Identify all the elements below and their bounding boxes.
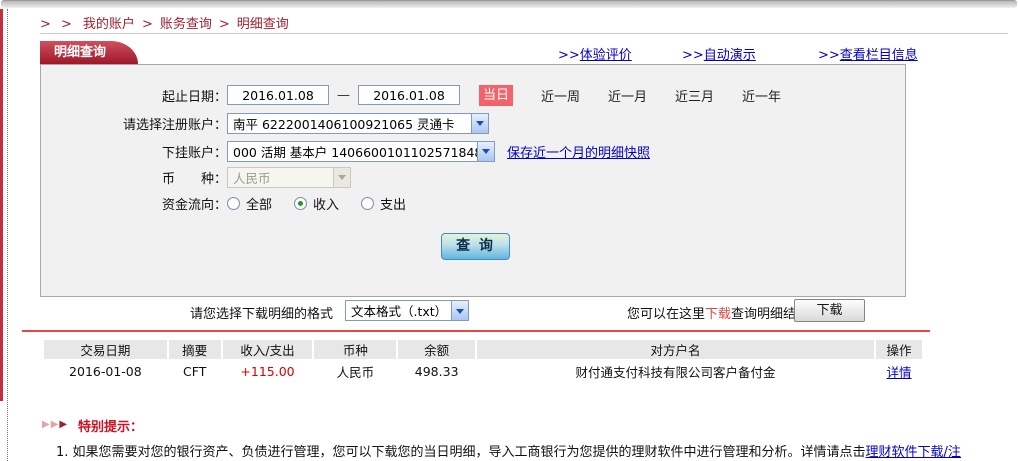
- date-from-input[interactable]: [227, 85, 329, 105]
- download-hint-highlight: 下载: [705, 307, 731, 322]
- download-format-select-wrap: 文本格式（.txt）: [345, 300, 469, 321]
- arrow-light-icon: ▶▶: [42, 419, 59, 430]
- download-format-label: 请您选择下载明细的格式: [190, 303, 333, 322]
- header-action: 操作: [876, 340, 922, 359]
- link-auto-demo[interactable]: >>自动演示: [682, 44, 756, 63]
- radio-icon[interactable]: [294, 197, 307, 210]
- breadcrumb-item-account-query[interactable]: 账务查询: [160, 17, 212, 32]
- link-prefix: >>: [682, 48, 704, 63]
- date-dash: —: [337, 88, 350, 103]
- tab-title: 明细查询: [54, 45, 106, 60]
- download-hint-prefix: 您可以在这里: [627, 307, 705, 322]
- special-note-title: 特别提示：: [78, 416, 143, 435]
- download-format-value: 文本格式（.txt）: [346, 301, 451, 320]
- breadcrumb: > > 我的账户 > 账务查询 > 明细查询: [40, 13, 289, 32]
- detail-link[interactable]: 详情: [887, 365, 912, 380]
- link-experience-rating-text[interactable]: 体验评价: [580, 48, 632, 63]
- header-currency: 币种: [314, 340, 396, 359]
- registered-account-row: 请选择注册账户： 南平 6222001406100921065 灵通卡: [41, 111, 905, 135]
- header-summary: 摘要: [169, 340, 221, 359]
- registered-account-select[interactable]: 南平 6222001406100921065 灵通卡: [227, 113, 489, 134]
- chevron-down-icon[interactable]: [451, 301, 468, 320]
- note-arrows-icon: ▶▶▶: [42, 419, 68, 430]
- result-table: 交易日期 摘要 收入/支出 币种 余额 对方户名 操作 2016-01-08 C…: [42, 339, 924, 384]
- flow-option-label: 全部: [246, 194, 272, 213]
- flow-direction-row: 资金流向： 全部 收入 支出: [41, 191, 905, 215]
- link-prefix: >>: [558, 48, 580, 63]
- currency-select: 人民币: [227, 167, 351, 188]
- cell-counterparty: 财付通支付科技有限公司客户备付金: [477, 360, 874, 383]
- breadcrumb-item-my-account[interactable]: 我的账户: [83, 17, 135, 32]
- date-to-input[interactable]: [358, 85, 460, 105]
- cell-trade-date: 2016-01-08: [44, 360, 167, 383]
- download-format-select[interactable]: 文本格式（.txt）: [345, 300, 469, 321]
- sub-account-value: 000 活期 基本户 1406600101102571848: [228, 142, 477, 161]
- header-trade-date: 交易日期: [44, 340, 167, 359]
- date-range-label: 起止日期：: [41, 86, 227, 105]
- link-column-info[interactable]: >>查看栏目信息: [818, 44, 918, 63]
- result-table-wrap: 交易日期 摘要 收入/支出 币种 余额 对方户名 操作 2016-01-08 C…: [42, 339, 924, 384]
- quick-range-year[interactable]: 近一年: [742, 86, 781, 105]
- arrow-dark-icon: ▶: [59, 419, 68, 430]
- flow-radio-0[interactable]: 全部: [227, 194, 272, 213]
- download-button[interactable]: 下载: [794, 299, 865, 322]
- table-row: 2016-01-08 CFT +115.00 人民币 498.33 财付通支付科…: [44, 360, 922, 383]
- finance-software-download-link[interactable]: 理财软件下载/注: [866, 445, 961, 460]
- currency-label: 币 种：: [41, 168, 227, 187]
- chevron-down-icon: [333, 168, 350, 187]
- chevron-down-icon[interactable]: [471, 114, 488, 133]
- breadcrumb-separator: >: [142, 17, 153, 32]
- link-column-info-text[interactable]: 查看栏目信息: [840, 48, 918, 63]
- flow-radio-1[interactable]: 收入: [294, 194, 339, 213]
- currency-row: 币 种： 人民币: [41, 165, 905, 189]
- cell-balance: 498.33: [398, 360, 475, 383]
- currency-value: 人民币: [228, 168, 333, 187]
- quick-range-week[interactable]: 近一周: [541, 86, 580, 105]
- sub-account-row: 下挂账户： 000 活期 基本户 1406600101102571848 保存近…: [41, 139, 905, 163]
- cell-summary: CFT: [169, 360, 221, 383]
- flow-option-label: 支出: [380, 194, 406, 213]
- header-income-expense: 收入/支出: [223, 340, 313, 359]
- left-red-bar: [0, 9, 3, 401]
- flow-option-label: 收入: [313, 194, 339, 213]
- link-experience-rating[interactable]: >>体验评价: [558, 44, 632, 63]
- radio-icon[interactable]: [361, 197, 374, 210]
- flow-radio-2[interactable]: 支出: [361, 194, 406, 213]
- table-header-row: 交易日期 摘要 收入/支出 币种 余额 对方户名 操作: [44, 340, 922, 359]
- query-form-panel: 起止日期： — 当日 近一周 近一月 近三月 近一年 请选择注册账户： 南平 6…: [40, 64, 906, 297]
- download-hint: 您可以在这里下载查询明细结果: [627, 303, 809, 322]
- chevron-down-icon[interactable]: [477, 142, 494, 161]
- breadcrumb-item-detail-query[interactable]: 明细查询: [237, 17, 289, 32]
- quick-range-month[interactable]: 近一月: [608, 86, 647, 105]
- left-dotted-border: [7, 9, 8, 461]
- radio-icon[interactable]: [227, 197, 240, 210]
- breadcrumb-lead: > >: [40, 17, 75, 32]
- save-snapshot-link[interactable]: 保存近一个月的明细快照: [507, 142, 650, 161]
- breadcrumb-divider: [40, 33, 1008, 34]
- special-note-line: 1. 如果您需要对您的银行资产、负债进行管理，您可以下载您的当日明细，导入工商银…: [56, 441, 1018, 460]
- top-gradient-bar: [1, 0, 1017, 8]
- section-red-divider: [22, 330, 930, 332]
- link-auto-demo-text[interactable]: 自动演示: [704, 48, 756, 63]
- header-counterparty: 对方户名: [477, 340, 874, 359]
- page: > >我的账户>账务查询>明细查询 明细查询 >>体验评价 >>自动演示 >>查…: [0, 0, 1018, 461]
- registered-account-value: 南平 6222001406100921065 灵通卡: [228, 114, 471, 133]
- query-button[interactable]: 查 询: [441, 233, 510, 260]
- cell-amount: +115.00: [223, 360, 313, 383]
- flow-direction-label: 资金流向：: [41, 194, 227, 213]
- sub-account-select[interactable]: 000 活期 基本户 1406600101102571848: [227, 141, 495, 162]
- registered-account-label: 请选择注册账户：: [41, 114, 227, 133]
- today-button[interactable]: 当日: [479, 85, 513, 106]
- cell-currency: 人民币: [314, 360, 396, 383]
- link-prefix: >>: [818, 48, 840, 63]
- sub-account-label: 下挂账户：: [41, 142, 227, 161]
- breadcrumb-separator: >: [219, 17, 230, 32]
- tab-detail-query: 明细查询: [40, 41, 112, 64]
- header-balance: 余额: [398, 340, 475, 359]
- quick-range-quarter[interactable]: 近三月: [675, 86, 714, 105]
- note-text: 1. 如果您需要对您的银行资产、负债进行管理，您可以下载您的当日明细，导入工商银…: [56, 445, 866, 460]
- date-range-row: 起止日期： — 当日 近一周 近一月 近三月 近一年: [41, 83, 905, 107]
